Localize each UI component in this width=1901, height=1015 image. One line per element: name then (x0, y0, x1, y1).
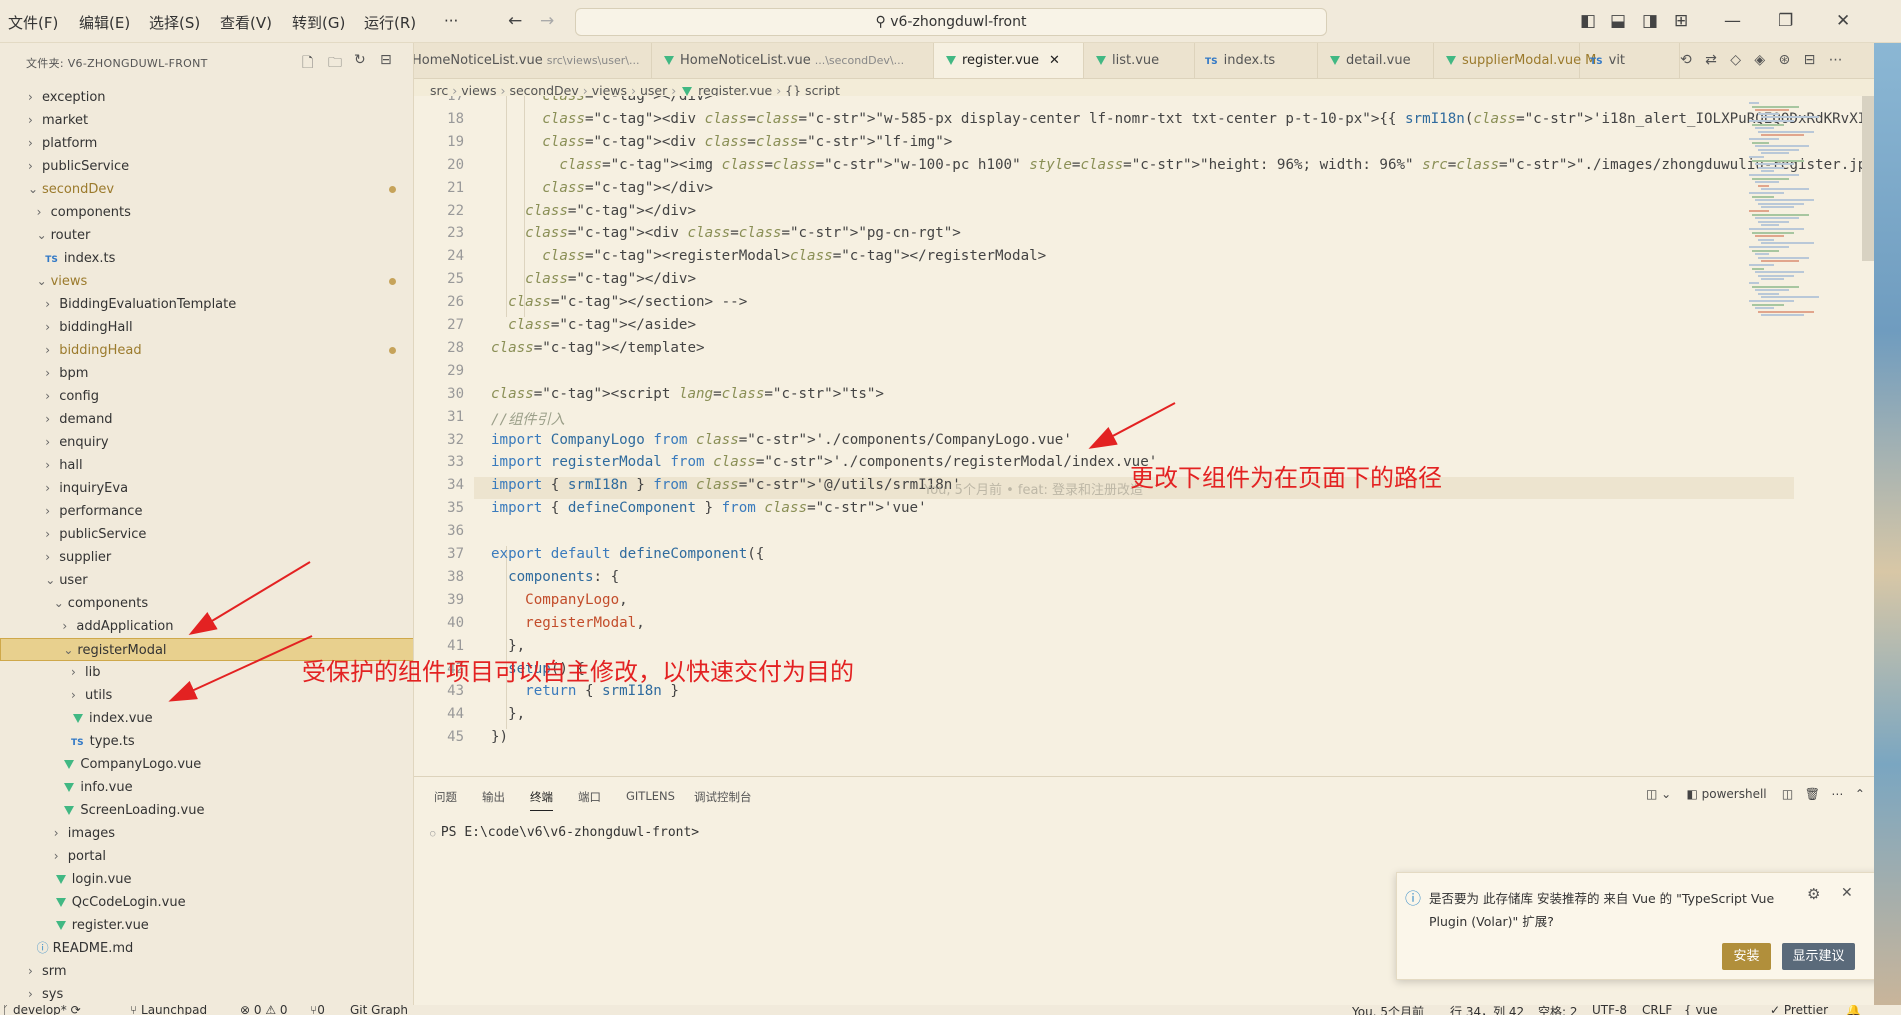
annotation-arrow-left-1 (188, 561, 311, 636)
annotation-right: 更改下组件为在页面下的路径 (1130, 464, 1442, 492)
annotation-arrow-left-2 (168, 635, 313, 702)
annotation-arrow-right (1088, 402, 1176, 449)
annotation-left: 受保护的组件项目可以自主修改，以快速交付为目的 (302, 658, 854, 686)
annotation-arrows (168, 402, 1176, 702)
